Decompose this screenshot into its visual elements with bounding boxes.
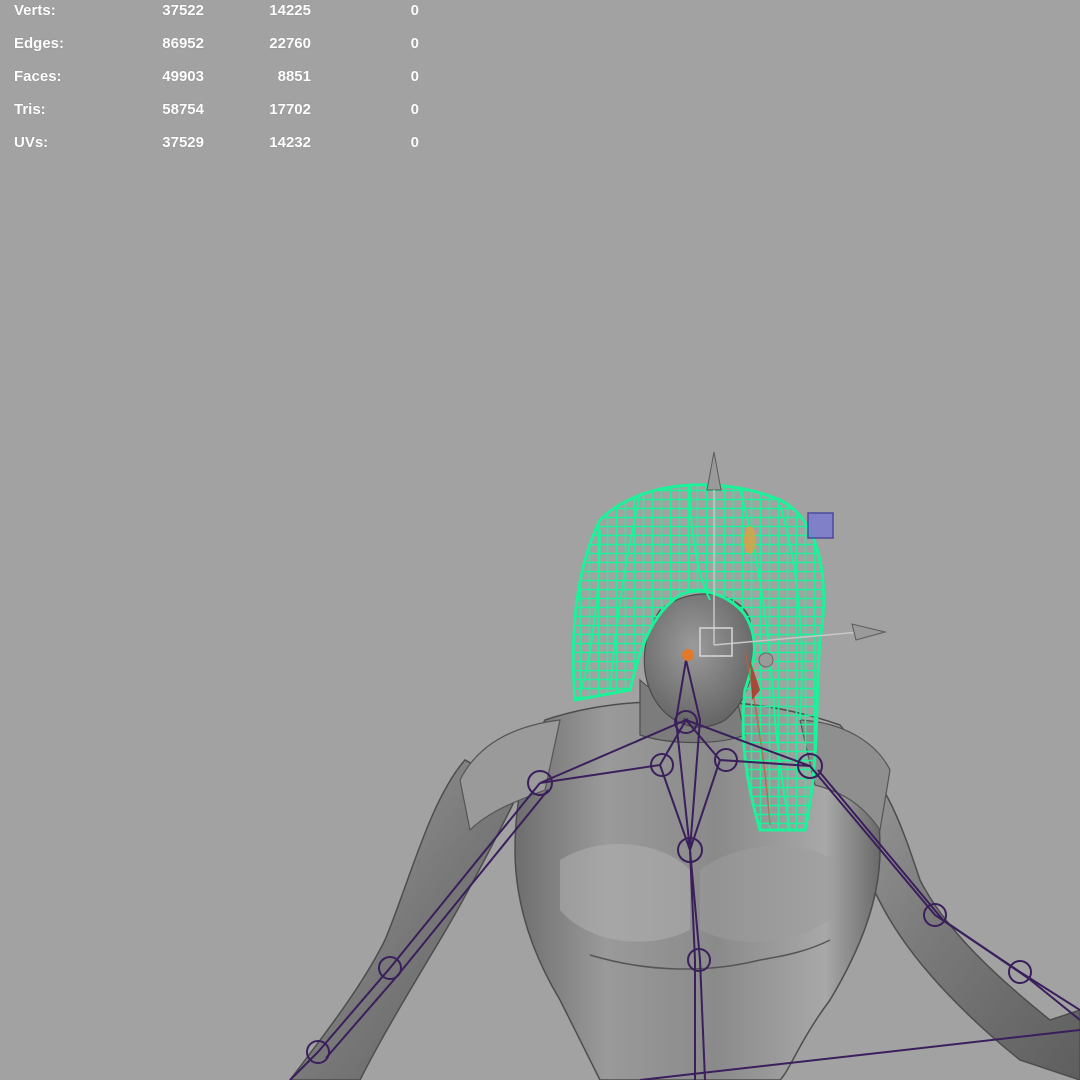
hud-value-selected: 0 (410, 101, 419, 118)
hud-value-object: 8851 (277, 68, 311, 85)
plane-handle-icon[interactable] (807, 512, 834, 539)
hud-value-selected: 0 (410, 134, 419, 151)
hud-value-selected: 0 (410, 35, 419, 52)
hud-label: Tris: (14, 101, 46, 118)
hud-value-object: 14225 (269, 2, 311, 19)
hud-value-selected: 0 (410, 68, 419, 85)
hud-value-scene: 58754 (162, 101, 204, 118)
3d-viewport[interactable]: Verts: 37522 14225 0 Edges: 86952 22760 … (0, 0, 1080, 1080)
hud-value-object: 17702 (269, 101, 311, 118)
scene-render[interactable] (0, 0, 1080, 1080)
hud-value-scene: 49903 (162, 68, 204, 85)
hud-value-selected: 0 (410, 2, 419, 19)
hud-label: Edges: (14, 35, 65, 52)
hud-label: UVs: (14, 134, 49, 151)
hud-value-object: 22760 (269, 35, 311, 52)
hud-value-scene: 86952 (162, 35, 204, 52)
hud-value-object: 14232 (269, 134, 311, 151)
hud-label: Faces: (14, 68, 62, 85)
hud-label: Verts: (14, 2, 56, 19)
hud-value-scene: 37522 (162, 2, 204, 19)
hud-value-scene: 37529 (162, 134, 204, 151)
